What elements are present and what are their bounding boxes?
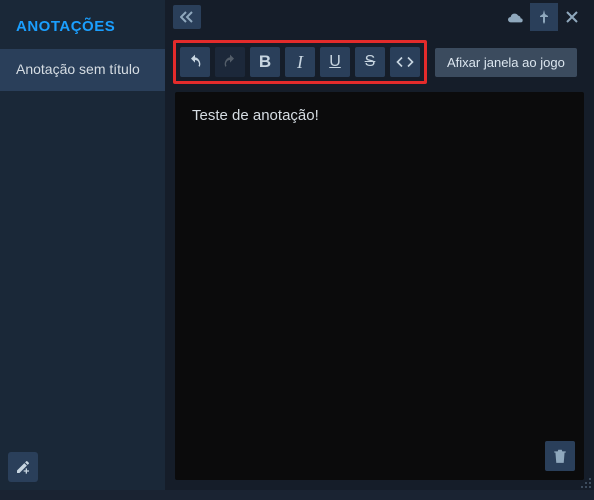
italic-button[interactable]: I — [285, 47, 315, 77]
bold-button[interactable]: B — [250, 47, 280, 77]
chevron-double-left-icon — [180, 11, 194, 23]
strikethrough-button[interactable]: S — [355, 47, 385, 77]
resize-handle[interactable] — [580, 476, 592, 488]
toolbar-highlight: B I U S — [173, 40, 427, 84]
sidebar-footer — [0, 444, 165, 490]
note-list-item[interactable]: Anotação sem título — [0, 49, 165, 91]
toolbar: B I U S Afixar janela ao jogo — [165, 34, 594, 90]
topbar — [165, 0, 594, 34]
trash-icon — [553, 448, 567, 464]
note-item-label: Anotação sem título — [16, 61, 140, 77]
redo-icon — [222, 54, 238, 70]
undo-button[interactable] — [180, 47, 210, 77]
editor-content: Teste de anotação! — [192, 107, 319, 124]
strike-glyph: S — [365, 53, 376, 71]
pin-to-game-button[interactable]: Afixar janela ao jogo — [435, 48, 577, 77]
underline-button[interactable]: U — [320, 47, 350, 77]
main-panel: B I U S Afixar janela ao jogo Teste de a… — [165, 0, 594, 490]
sidebar-title: ANOTAÇÕES — [0, 0, 165, 49]
collapse-sidebar-button[interactable] — [173, 5, 201, 29]
sidebar: ANOTAÇÕES Anotação sem título — [0, 0, 165, 490]
cloud-sync-button[interactable] — [502, 3, 530, 31]
window-controls — [502, 3, 586, 31]
close-icon — [566, 11, 578, 23]
resize-grip-icon — [580, 477, 592, 489]
notes-app: ANOTAÇÕES Anotação sem título — [0, 0, 594, 490]
new-note-button[interactable] — [8, 452, 38, 482]
pencil-plus-icon — [15, 459, 31, 475]
pin-window-button[interactable] — [530, 3, 558, 31]
redo-button[interactable] — [215, 47, 245, 77]
code-button[interactable] — [390, 47, 420, 77]
pin-icon — [538, 10, 550, 24]
delete-note-button[interactable] — [545, 441, 575, 471]
cloud-icon — [508, 11, 524, 23]
code-icon — [396, 55, 414, 69]
undo-icon — [187, 54, 203, 70]
close-window-button[interactable] — [558, 3, 586, 31]
note-editor[interactable]: Teste de anotação! — [175, 92, 584, 480]
